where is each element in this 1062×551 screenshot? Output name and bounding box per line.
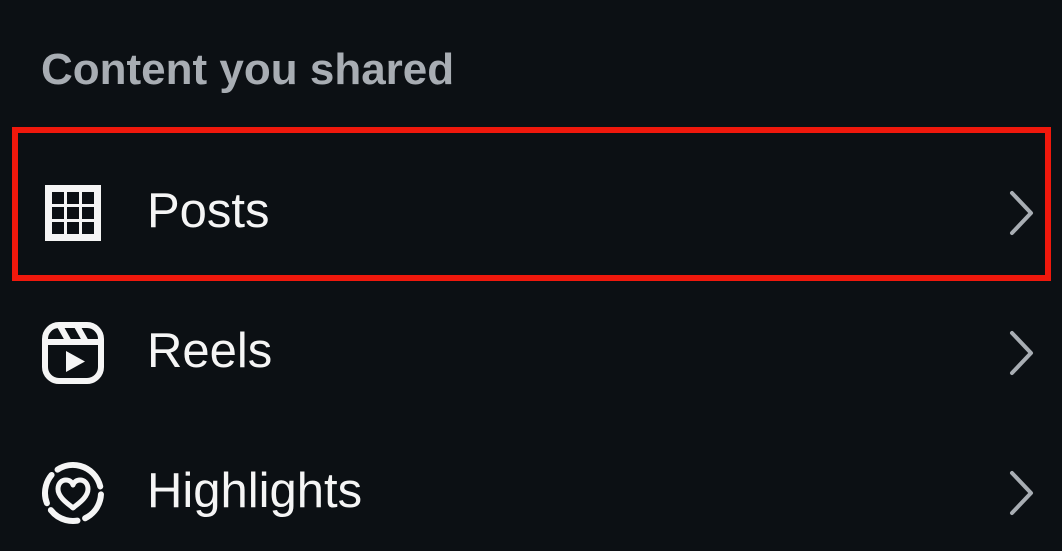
highlights-row[interactable]: Highlights: [0, 414, 1062, 551]
reels-row[interactable]: Reels: [0, 274, 1062, 414]
chevron-right-icon: [1006, 188, 1036, 238]
section-header: Content you shared: [41, 45, 455, 94]
highlights-icon: [40, 460, 106, 526]
grid-icon: [40, 180, 106, 246]
highlights-label: Highlights: [147, 464, 363, 518]
reels-icon: [40, 320, 106, 386]
posts-label: Posts: [147, 184, 270, 238]
chevron-right-icon: [1006, 468, 1036, 518]
posts-row[interactable]: Posts: [0, 134, 1062, 274]
reels-label: Reels: [147, 324, 273, 378]
chevron-right-icon: [1006, 328, 1036, 378]
